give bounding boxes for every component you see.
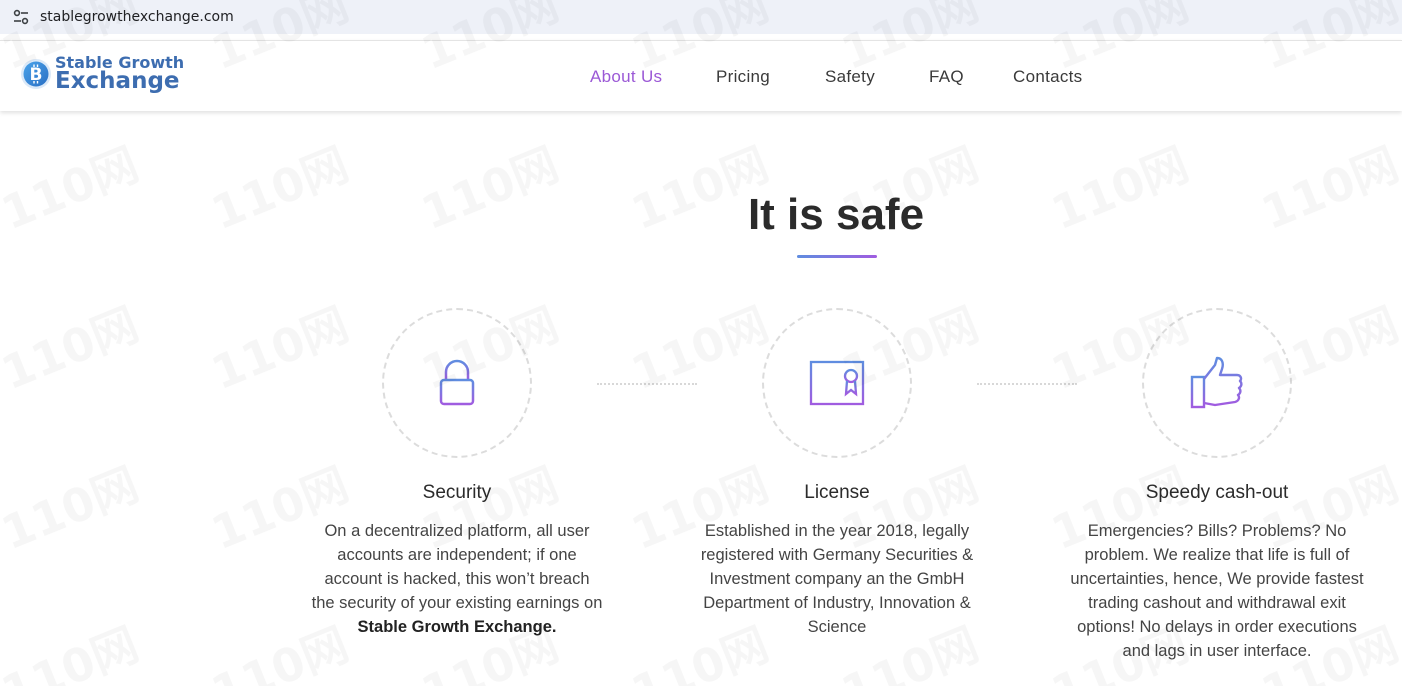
license-icon-ring bbox=[762, 308, 912, 458]
security-icon-ring bbox=[382, 308, 532, 458]
cashout-icon-ring bbox=[1142, 308, 1292, 458]
nav-safety[interactable]: Safety bbox=[825, 67, 875, 87]
feature-desc-security: On a decentralized platform, all user ac… bbox=[297, 519, 617, 639]
watermark-text: 110网 bbox=[0, 457, 146, 560]
site-logo[interactable]: B Stable Growth Exchange bbox=[20, 55, 184, 93]
desc-line: uncertainties, hence, We provide fastest bbox=[1070, 570, 1364, 588]
desc-line: On a decentralized platform, all user bbox=[324, 522, 590, 540]
padlock-icon bbox=[439, 359, 475, 406]
nav-about-us[interactable]: About Us bbox=[590, 67, 662, 87]
watermark-text: 110网 bbox=[204, 297, 356, 400]
watermark-text: 110网 bbox=[0, 297, 146, 400]
nav-contacts[interactable]: Contacts bbox=[1013, 67, 1083, 87]
feature-title-cashout: Speedy cash-out bbox=[1145, 482, 1289, 503]
desc-line: registered with Germany Securities & bbox=[700, 546, 974, 564]
site-header: B Stable Growth Exchange About Us Pricin… bbox=[0, 40, 1402, 111]
connector-line bbox=[977, 383, 1077, 385]
nav-faq[interactable]: FAQ bbox=[929, 67, 964, 87]
title-underline bbox=[797, 255, 877, 258]
feature-title-security: Security bbox=[422, 482, 492, 503]
feature-desc-cashout: Emergencies? Bills? Problems? No problem… bbox=[1057, 519, 1377, 663]
desc-line: Established in the year 2018, legally bbox=[704, 522, 970, 540]
desc-line: Investment company an the GmbH bbox=[709, 570, 965, 588]
feature-desc-license: Established in the year 2018, legally re… bbox=[677, 519, 997, 639]
logo-line2: Exchange bbox=[55, 68, 180, 94]
desc-line: and lags in user interface. bbox=[1122, 642, 1312, 660]
desc-line: accounts are independent; if one bbox=[337, 546, 577, 564]
bitcoin-coin-icon: B bbox=[21, 59, 51, 89]
desc-bold-brand: Stable Growth Exchange. bbox=[357, 618, 557, 636]
url-text[interactable]: stablegrowthexchange.com bbox=[40, 9, 234, 25]
certificate-icon bbox=[809, 360, 865, 406]
desc-line: problem. We realize that life is full of bbox=[1084, 546, 1350, 564]
desc-line: trading cashout and withdrawal exit bbox=[1088, 594, 1346, 612]
desc-line: account is hacked, this won’t breach bbox=[324, 570, 590, 588]
thumbs-up-icon bbox=[1190, 356, 1243, 409]
desc-line: options! No delays in order executions bbox=[1077, 618, 1357, 636]
desc-line: the security of your existing earnings o… bbox=[311, 594, 603, 612]
feature-title-license: License bbox=[804, 482, 870, 503]
browser-address-bar[interactable]: stablegrowthexchange.com bbox=[0, 0, 1402, 34]
desc-line: Science bbox=[807, 618, 867, 636]
connector-line bbox=[597, 383, 697, 385]
nav-pricing[interactable]: Pricing bbox=[716, 67, 770, 87]
site-settings-icon[interactable] bbox=[12, 8, 30, 26]
watermark-text: 110网 bbox=[0, 617, 146, 686]
section-title: It is safe bbox=[747, 190, 925, 239]
desc-line: Emergencies? Bills? Problems? No bbox=[1087, 522, 1347, 540]
desc-line: Department of Industry, Innovation & bbox=[703, 594, 971, 612]
svg-text:B: B bbox=[30, 65, 43, 85]
